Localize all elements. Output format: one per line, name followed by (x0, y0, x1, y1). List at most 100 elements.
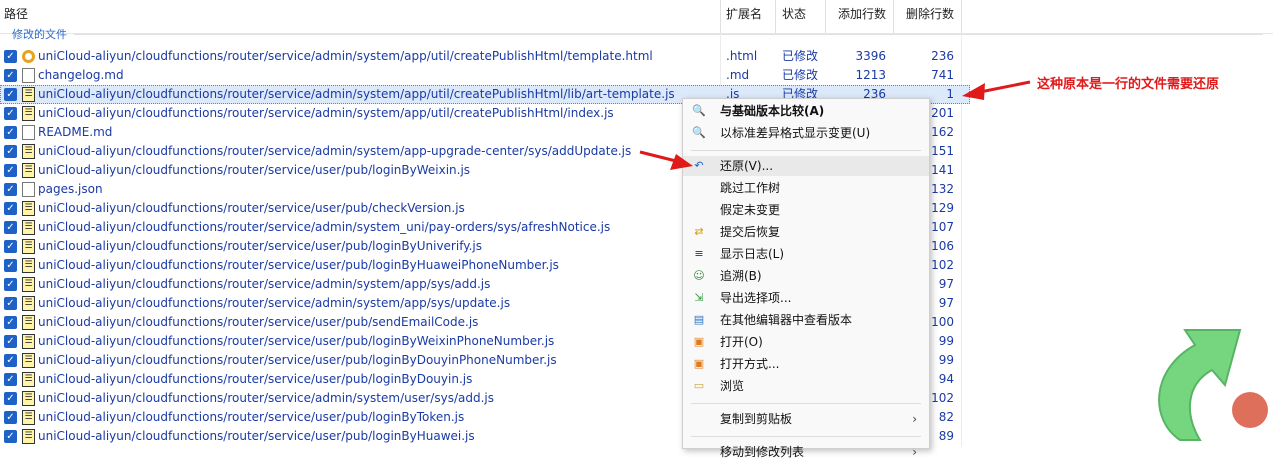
annotation-text: 这种原本是一行的文件需要还原 (1037, 77, 1220, 92)
revert-icon: ↶ (694, 159, 704, 172)
header-added[interactable]: 添加行数 (838, 0, 886, 33)
checkbox[interactable]: ✓ (4, 126, 17, 139)
context-menu: 🔍 与基础版本比较(A) 🔍 以标准差异格式显示变更(U) ↶ 还原(V)... 跳过工作树… (682, 98, 930, 459)
file-icon: ☰ (22, 334, 35, 349)
menu-item-label: 移动到修改列表 (720, 445, 805, 459)
file-path: uniCloud-aliyun/cloudfunctions/router/se… (38, 296, 511, 310)
file-path: uniCloud-aliyun/cloudfunctions/router/se… (38, 391, 494, 405)
checkbox[interactable]: ✓ (4, 278, 17, 291)
checkbox[interactable]: ✓ (4, 145, 17, 158)
menu-item-label: 浏览 (720, 379, 745, 393)
file-icon: ☰ (22, 220, 35, 235)
menu-item[interactable]: 🔍 以标准差异格式显示变更(U) (683, 123, 929, 143)
table-row[interactable]: ✓ changelog.md .md 已修改 1213 741 (0, 66, 970, 85)
restore-icon: ⇄ (694, 225, 704, 238)
checkbox[interactable]: ✓ (4, 50, 17, 63)
table-row[interactable]: ✓ uniCloud-aliyun/cloudfunctions/router/s… (0, 47, 970, 66)
file-path: uniCloud-aliyun/cloudfunctions/router/se… (38, 239, 482, 253)
menu-item[interactable]: ⇄ 提交后恢复 (683, 222, 929, 242)
menu-item-label: 与基础版本比较(A) (720, 104, 825, 118)
checkbox[interactable]: ✓ (4, 107, 17, 120)
checkbox[interactable]: ✓ (4, 335, 17, 348)
menu-item-label: 在其他编辑器中查看版本 (720, 313, 853, 327)
menu-item-label: 还原(V)... (720, 159, 774, 173)
file-path: uniCloud-aliyun/cloudfunctions/router/se… (38, 258, 559, 272)
file-icon: ☰ (22, 258, 35, 273)
deleted-lines: 741 (931, 68, 954, 82)
chevron-right-icon: › (912, 445, 917, 459)
menu-item[interactable]: ⇲ 导出选择项... (683, 288, 929, 308)
checkbox[interactable]: ✓ (4, 221, 17, 234)
checkbox[interactable]: ✓ (4, 297, 17, 310)
file-path: uniCloud-aliyun/cloudfunctions/router/se… (38, 106, 614, 120)
checkbox[interactable]: ✓ (4, 316, 17, 329)
header-status[interactable]: 状态 (782, 0, 806, 33)
file-icon: ☰ (22, 429, 35, 444)
checkbox[interactable]: ✓ (4, 373, 17, 386)
checkbox[interactable]: ✓ (4, 354, 17, 367)
chevron-right-icon: › (912, 412, 917, 426)
openwith-icon: ▣ (693, 357, 705, 370)
checkbox[interactable]: ✓ (4, 259, 17, 272)
file-path: pages.json (38, 182, 103, 196)
file-icon: ☰ (22, 239, 35, 254)
file-icon (22, 182, 35, 197)
menu-item[interactable]: ↶ 还原(V)... (683, 156, 929, 176)
menu-item[interactable]: ▣ 打开方式... (683, 354, 929, 374)
menu-item[interactable]: ▣ 打开(O) (683, 332, 929, 352)
menu-item-label: 跳过工作树 (720, 181, 781, 195)
menu-item[interactable]: 跳过工作树 (683, 178, 929, 198)
menu-item-label: 假定未变更 (720, 203, 781, 217)
group-label: 修改的文件 (12, 28, 67, 41)
checkbox[interactable]: ✓ (4, 392, 17, 405)
file-icon: ☰ (22, 144, 35, 159)
file-path: uniCloud-aliyun/cloudfunctions/router/se… (38, 163, 471, 177)
file-icon: ☰ (22, 372, 35, 387)
menu-item[interactable]: 假定未变更 (683, 200, 929, 220)
file-path: uniCloud-aliyun/cloudfunctions/router/se… (38, 429, 475, 443)
file-path: uniCloud-aliyun/cloudfunctions/router/se… (38, 144, 632, 158)
red-arrow-icon (962, 80, 1031, 100)
menu-item[interactable]: 移动到修改列表 › (683, 442, 929, 462)
menu-item[interactable]: ≡ 显示日志(L) (683, 244, 929, 264)
file-status: 已修改 (782, 49, 819, 63)
menu-item[interactable]: 🔍 与基础版本比较(A) (683, 101, 929, 121)
header-ext[interactable]: 扩展名 (726, 0, 762, 33)
menu-item[interactable]: ☺ 追溯(B) (683, 266, 929, 286)
file-icon: ☰ (22, 296, 35, 311)
checkbox[interactable]: ✓ (4, 202, 17, 215)
menu-item-label: 显示日志(L) (720, 247, 785, 261)
menu-item[interactable]: ▤ 在其他编辑器中查看版本 (683, 310, 929, 330)
checkbox[interactable]: ✓ (4, 88, 17, 101)
file-path: README.md (38, 125, 113, 139)
menu-item-label: 打开(O) (720, 335, 763, 349)
deleted-lines: 236 (931, 49, 954, 63)
divider (775, 0, 776, 33)
divider (720, 0, 721, 33)
checkbox[interactable]: ✓ (4, 411, 17, 424)
file-icon (22, 125, 35, 140)
log-icon: ≡ (694, 247, 704, 260)
checkbox[interactable]: ✓ (4, 183, 17, 196)
checkbox[interactable]: ✓ (4, 430, 17, 443)
file-icon: ☰ (22, 201, 35, 216)
menu-separator (691, 403, 921, 404)
file-path: uniCloud-aliyun/cloudfunctions/router/se… (38, 220, 611, 234)
header-deleted[interactable]: 删除行数 (906, 0, 954, 33)
folder-icon: ▭ (693, 379, 705, 392)
file-icon: ☰ (22, 163, 35, 178)
file-icon: ☰ (22, 391, 35, 406)
blame-icon: ☺ (693, 269, 705, 282)
divider (893, 0, 894, 33)
added-lines: 3396 (855, 49, 886, 63)
menu-item-label: 打开方式... (720, 357, 780, 371)
watermark-arrow-icon (1158, 329, 1268, 441)
menu-item-label: 导出选择项... (720, 291, 792, 305)
menu-item-label: 追溯(B) (720, 269, 762, 283)
checkbox[interactable]: ✓ (4, 240, 17, 253)
menu-item[interactable]: 复制到剪贴板 › (683, 409, 929, 429)
menu-item[interactable]: ▭ 浏览 (683, 376, 929, 396)
checkbox[interactable]: ✓ (4, 164, 17, 177)
menu-item-label: 以标准差异格式显示变更(U) (720, 126, 871, 140)
checkbox[interactable]: ✓ (4, 69, 17, 82)
